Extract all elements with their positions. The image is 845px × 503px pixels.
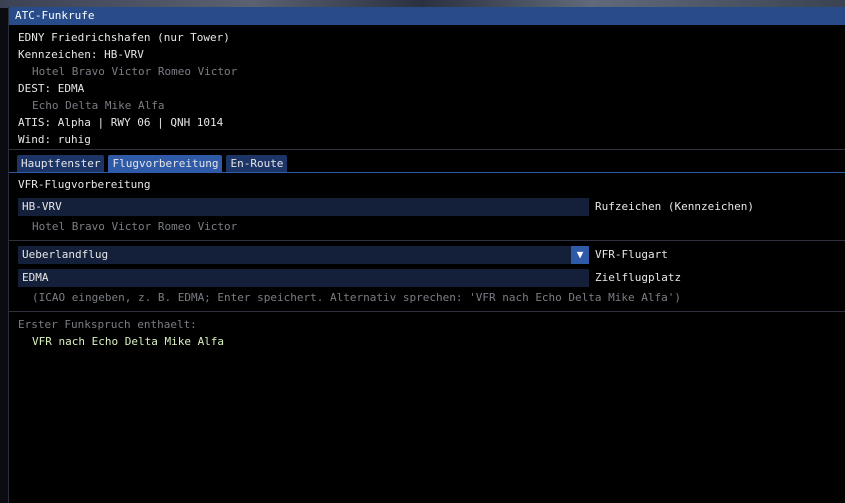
tab-flugvorbereitung[interactable]: Flugvorbereitung bbox=[108, 155, 223, 172]
destination-label: Zielflugplatz bbox=[595, 271, 682, 284]
divider bbox=[9, 240, 845, 241]
window-title-bar[interactable]: ATC-Funkrufe bbox=[9, 7, 845, 25]
destination-info: DEST: EDMA bbox=[18, 82, 85, 95]
tab-bar: Hauptfenster Flugvorbereitung En-Route bbox=[9, 155, 845, 172]
destination-hint: (ICAO eingeben, z. B. EDMA; Enter speich… bbox=[32, 291, 682, 304]
wind-info: Wind: ruhig bbox=[18, 133, 91, 146]
atc-window: ATC-Funkrufe EDNY Friedrichshafen (nur T… bbox=[8, 7, 845, 503]
prep-heading: VFR-Flugvorbereitung bbox=[18, 178, 151, 191]
destination-row: EDMA Zielflugplatz bbox=[9, 269, 845, 287]
first-call-label: Erster Funkspruch enthaelt: bbox=[18, 318, 197, 331]
flight-type-row: Ueberlandflug ▼ VFR-Flugart bbox=[9, 246, 845, 264]
first-call-text: VFR nach Echo Delta Mike Alfa bbox=[32, 335, 225, 348]
callsign-label: Rufzeichen (Kennzeichen) bbox=[595, 200, 754, 213]
destination-input[interactable]: EDMA bbox=[18, 269, 589, 287]
registration-info: Kennzeichen: HB-VRV bbox=[18, 48, 144, 61]
flight-type-select[interactable]: Ueberlandflug ▼ bbox=[18, 246, 589, 264]
atis-info: ATIS: Alpha | RWY 06 | QNH 1014 bbox=[18, 116, 224, 129]
flight-type-label: VFR-Flugart bbox=[595, 248, 668, 261]
destination-phonetic: Echo Delta Mike Alfa bbox=[32, 99, 165, 112]
flight-type-value: Ueberlandflug bbox=[22, 248, 109, 261]
registration-phonetic: Hotel Bravo Victor Romeo Victor bbox=[32, 65, 238, 78]
window-title: ATC-Funkrufe bbox=[15, 9, 95, 22]
tab-en-route[interactable]: En-Route bbox=[226, 155, 288, 172]
callsign-row: HB-VRV Rufzeichen (Kennzeichen) bbox=[9, 198, 845, 216]
callsign-phonetic: Hotel Bravo Victor Romeo Victor bbox=[32, 220, 238, 233]
divider bbox=[9, 149, 845, 150]
chevron-down-icon[interactable]: ▼ bbox=[571, 246, 589, 264]
divider bbox=[9, 311, 845, 312]
tab-hauptfenster[interactable]: Hauptfenster bbox=[17, 155, 105, 172]
airport-info: EDNY Friedrichshafen (nur Tower) bbox=[18, 31, 230, 44]
callsign-input[interactable]: HB-VRV bbox=[18, 198, 589, 216]
